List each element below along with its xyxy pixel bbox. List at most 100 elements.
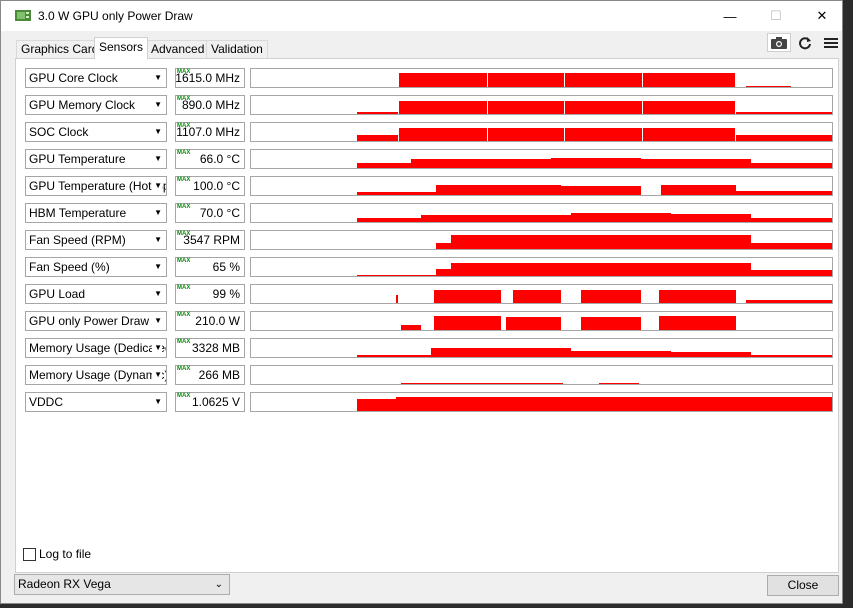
graph-segment bbox=[357, 275, 436, 276]
sensor-graph-plot bbox=[396, 290, 832, 303]
sensor-graph bbox=[250, 95, 833, 115]
graph-segment bbox=[488, 73, 564, 87]
sensor-name-dropdown[interactable]: GPU Load ▼ bbox=[25, 284, 167, 304]
refresh-button[interactable] bbox=[797, 35, 813, 51]
sensor-graph bbox=[250, 311, 833, 331]
sensor-name-label: Memory Usage (Dynamic) bbox=[29, 368, 167, 382]
graph-segment bbox=[643, 101, 735, 114]
gpu-select-dropdown[interactable]: Radeon RX Vega ⌄ bbox=[14, 574, 230, 595]
sensor-value: 70.0 °C bbox=[199, 206, 240, 220]
max-indicator-label: MAX bbox=[177, 204, 191, 210]
graph-segment bbox=[551, 158, 641, 168]
sensor-value-box[interactable]: MAX 1.0625 V bbox=[175, 392, 245, 412]
sensor-name-dropdown[interactable]: GPU only Power Draw ▼ bbox=[25, 311, 167, 331]
menu-button[interactable] bbox=[823, 35, 839, 51]
tab-validation[interactable]: Validation bbox=[206, 40, 268, 58]
sensor-name-dropdown[interactable]: Memory Usage (Dynamic) ▼ bbox=[25, 365, 167, 385]
graph-segment bbox=[488, 101, 564, 114]
sensor-name-label: GPU Memory Clock bbox=[29, 98, 136, 112]
sensor-graph-plot bbox=[357, 185, 832, 195]
sensor-name-dropdown[interactable]: HBM Temperature ▼ bbox=[25, 203, 167, 223]
maximize-button[interactable]: ☐ bbox=[753, 1, 799, 31]
sensor-name-dropdown[interactable]: SOC Clock ▼ bbox=[25, 122, 167, 142]
sensor-graph bbox=[250, 149, 833, 169]
sensor-value-box[interactable]: MAX 70.0 °C bbox=[175, 203, 245, 223]
graph-segment bbox=[751, 163, 832, 168]
sensor-graph-plot bbox=[436, 235, 832, 249]
sensor-value-box[interactable]: MAX 1615.0 MHz bbox=[175, 68, 245, 88]
graph-segment bbox=[643, 73, 735, 87]
sensor-value-box[interactable]: MAX 3328 MB bbox=[175, 338, 245, 358]
sensor-name-dropdown[interactable]: GPU Temperature (Hot Spot)▼ bbox=[25, 176, 167, 196]
graph-segment bbox=[581, 317, 641, 330]
tab-graphics-card[interactable]: Graphics Card bbox=[16, 40, 104, 58]
dropdown-arrow-icon: ▼ bbox=[152, 69, 162, 87]
sensor-graph-plot bbox=[357, 348, 832, 357]
minimize-button[interactable]: — bbox=[707, 1, 753, 31]
sensor-name-label: Fan Speed (%) bbox=[29, 260, 110, 274]
sensor-value-box[interactable]: MAX 3547 RPM bbox=[175, 230, 245, 250]
sensor-graph bbox=[250, 122, 833, 142]
log-to-file-checkbox[interactable] bbox=[23, 548, 36, 561]
sensor-value-box[interactable]: MAX 1107.0 MHz bbox=[175, 122, 245, 142]
sensor-name-dropdown[interactable]: VDDC ▼ bbox=[25, 392, 167, 412]
camera-icon bbox=[771, 36, 787, 49]
graph-segment bbox=[451, 263, 751, 276]
graph-segment bbox=[396, 295, 398, 303]
graph-segment bbox=[436, 269, 451, 276]
sensor-graph-plot bbox=[357, 263, 832, 276]
sensor-value-box[interactable]: MAX 100.0 °C bbox=[175, 176, 245, 196]
tab-sensors[interactable]: Sensors bbox=[94, 37, 149, 59]
dropdown-arrow-icon: ▼ bbox=[152, 231, 162, 249]
sensor-value-box[interactable]: MAX 66.0 °C bbox=[175, 149, 245, 169]
max-indicator-label: MAX bbox=[177, 339, 191, 345]
close-button[interactable]: Close bbox=[767, 575, 839, 596]
sensor-value: 3547 RPM bbox=[183, 233, 240, 247]
sensor-graph bbox=[250, 392, 833, 412]
sensor-name-dropdown[interactable]: GPU Memory Clock ▼ bbox=[25, 95, 167, 115]
tab-advanced[interactable]: Advanced bbox=[146, 40, 210, 58]
close-window-button[interactable]: ✕ bbox=[799, 1, 845, 31]
sensor-value-box[interactable]: MAX 266 MB bbox=[175, 365, 245, 385]
dropdown-arrow-icon: ▼ bbox=[152, 204, 162, 222]
sensor-name-dropdown[interactable]: GPU Temperature ▼ bbox=[25, 149, 167, 169]
graph-segment bbox=[436, 185, 561, 195]
sensor-name-dropdown[interactable]: Fan Speed (RPM) ▼ bbox=[25, 230, 167, 250]
max-indicator-label: MAX bbox=[177, 258, 191, 264]
sensor-graph-plot bbox=[401, 316, 736, 330]
sensor-value-box[interactable]: MAX 890.0 MHz bbox=[175, 95, 245, 115]
dropdown-arrow-icon: ▼ bbox=[152, 312, 162, 330]
sensor-name-dropdown[interactable]: GPU Core Clock ▼ bbox=[25, 68, 167, 88]
sensor-name-dropdown[interactable]: Memory Usage (Dedicated) ▼ bbox=[25, 338, 167, 358]
sensor-graph-plot bbox=[357, 397, 832, 411]
dropdown-arrow-icon: ▼ bbox=[152, 366, 162, 384]
log-to-file-label[interactable]: Log to file bbox=[39, 547, 91, 561]
sensor-name-label: HBM Temperature bbox=[29, 206, 127, 220]
sensor-value: 210.0 W bbox=[195, 314, 240, 328]
sensor-value-box[interactable]: MAX 65 % bbox=[175, 257, 245, 277]
graph-segment bbox=[431, 348, 571, 357]
graph-segment bbox=[399, 128, 487, 141]
hamburger-menu-icon bbox=[824, 38, 838, 48]
graph-segment bbox=[451, 235, 751, 249]
graph-segment bbox=[401, 383, 563, 384]
graph-segment bbox=[357, 399, 396, 411]
sensor-graph bbox=[250, 203, 833, 223]
screenshot-button[interactable] bbox=[767, 33, 791, 52]
graph-segment bbox=[571, 213, 671, 222]
sensor-graph bbox=[250, 68, 833, 88]
graph-segment bbox=[421, 215, 571, 222]
graph-segment bbox=[643, 128, 735, 141]
graph-segment bbox=[357, 135, 398, 141]
sensor-graph-plot bbox=[399, 73, 791, 87]
sensor-graph-plot bbox=[357, 128, 832, 141]
sensor-value-box[interactable]: MAX 210.0 W bbox=[175, 311, 245, 331]
max-indicator-label: MAX bbox=[177, 366, 191, 372]
sensor-value-box[interactable]: MAX 99 % bbox=[175, 284, 245, 304]
graph-segment bbox=[357, 355, 431, 357]
sensor-name-dropdown[interactable]: Fan Speed (%) ▼ bbox=[25, 257, 167, 277]
gpu-card-icon bbox=[15, 10, 31, 21]
graph-segment bbox=[411, 159, 551, 168]
graph-segment bbox=[751, 243, 832, 249]
max-indicator-label: MAX bbox=[177, 177, 191, 183]
